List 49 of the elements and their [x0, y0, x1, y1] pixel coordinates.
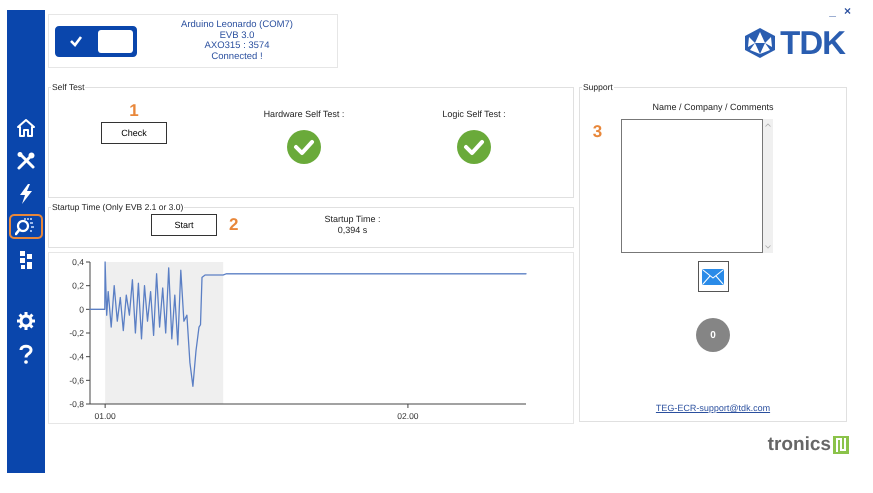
axis-label: 02.00	[397, 411, 419, 421]
step-number: 1	[129, 102, 139, 120]
email-link[interactable]: TEG-ECR-support@tdk.com	[656, 403, 770, 413]
check-circle-icon	[457, 130, 491, 164]
close-button[interactable]: ×	[842, 4, 853, 18]
axis-label: 0,2	[72, 280, 84, 291]
step-number: 3	[592, 123, 602, 141]
startup-label: Startup Time :	[324, 214, 380, 225]
connection-info: AXO315 : 3574	[204, 41, 270, 52]
comments-field[interactable]	[621, 119, 764, 253]
connection-info: Arduino Leonardo (COM7)	[181, 20, 293, 30]
field-label: Name / Company / Comments	[652, 102, 774, 113]
startup-value: 0,394 s	[338, 225, 368, 236]
tdk-logo: TDK	[780, 26, 845, 60]
home-icon	[17, 118, 35, 136]
section-title: Self Test	[51, 82, 86, 92]
help-icon	[19, 344, 33, 364]
check-circle-icon	[287, 130, 321, 164]
start-button[interactable]: Start	[151, 214, 217, 236]
section-title: Startup Time (Only EVB 2.1 or 3.0)	[51, 202, 184, 212]
axis-label: 0,4	[72, 257, 84, 267]
minimize-button[interactable]: _	[827, 4, 838, 18]
sidebar-item[interactable]	[9, 214, 43, 239]
section-title: Support	[582, 82, 614, 92]
test-label: Hardware Self Test :	[264, 109, 344, 120]
envelope-icon	[702, 268, 724, 284]
test-label: Logic Self Test :	[442, 109, 506, 120]
axis-label: 0	[79, 304, 84, 314]
axis-label: -0,8	[69, 399, 84, 409]
axis-label: -0,6	[69, 375, 84, 386]
send-email-button[interactable]	[698, 261, 728, 292]
connection-info: Connected !	[211, 52, 263, 62]
lightning-icon	[19, 184, 33, 204]
settings-icon	[17, 312, 35, 330]
tronics-logo-icon	[833, 436, 849, 454]
axis-label: -0,4	[69, 352, 84, 362]
tools-icon	[16, 150, 36, 170]
connection-info: EVB 3.0	[220, 30, 254, 41]
connection-toggle[interactable]	[55, 26, 137, 56]
chip-icon	[19, 250, 33, 270]
axis-label: 01.00	[94, 411, 116, 421]
tronics-logo: tronics	[768, 435, 831, 455]
magnifier-icon	[15, 218, 37, 236]
check-button[interactable]: Check	[101, 122, 167, 144]
step-number: 2	[229, 216, 238, 234]
counter-badge: 0	[696, 318, 730, 352]
tdk-logo-icon	[743, 28, 778, 58]
axis-label: -0,2	[69, 328, 84, 338]
checkmark-icon	[69, 35, 84, 47]
